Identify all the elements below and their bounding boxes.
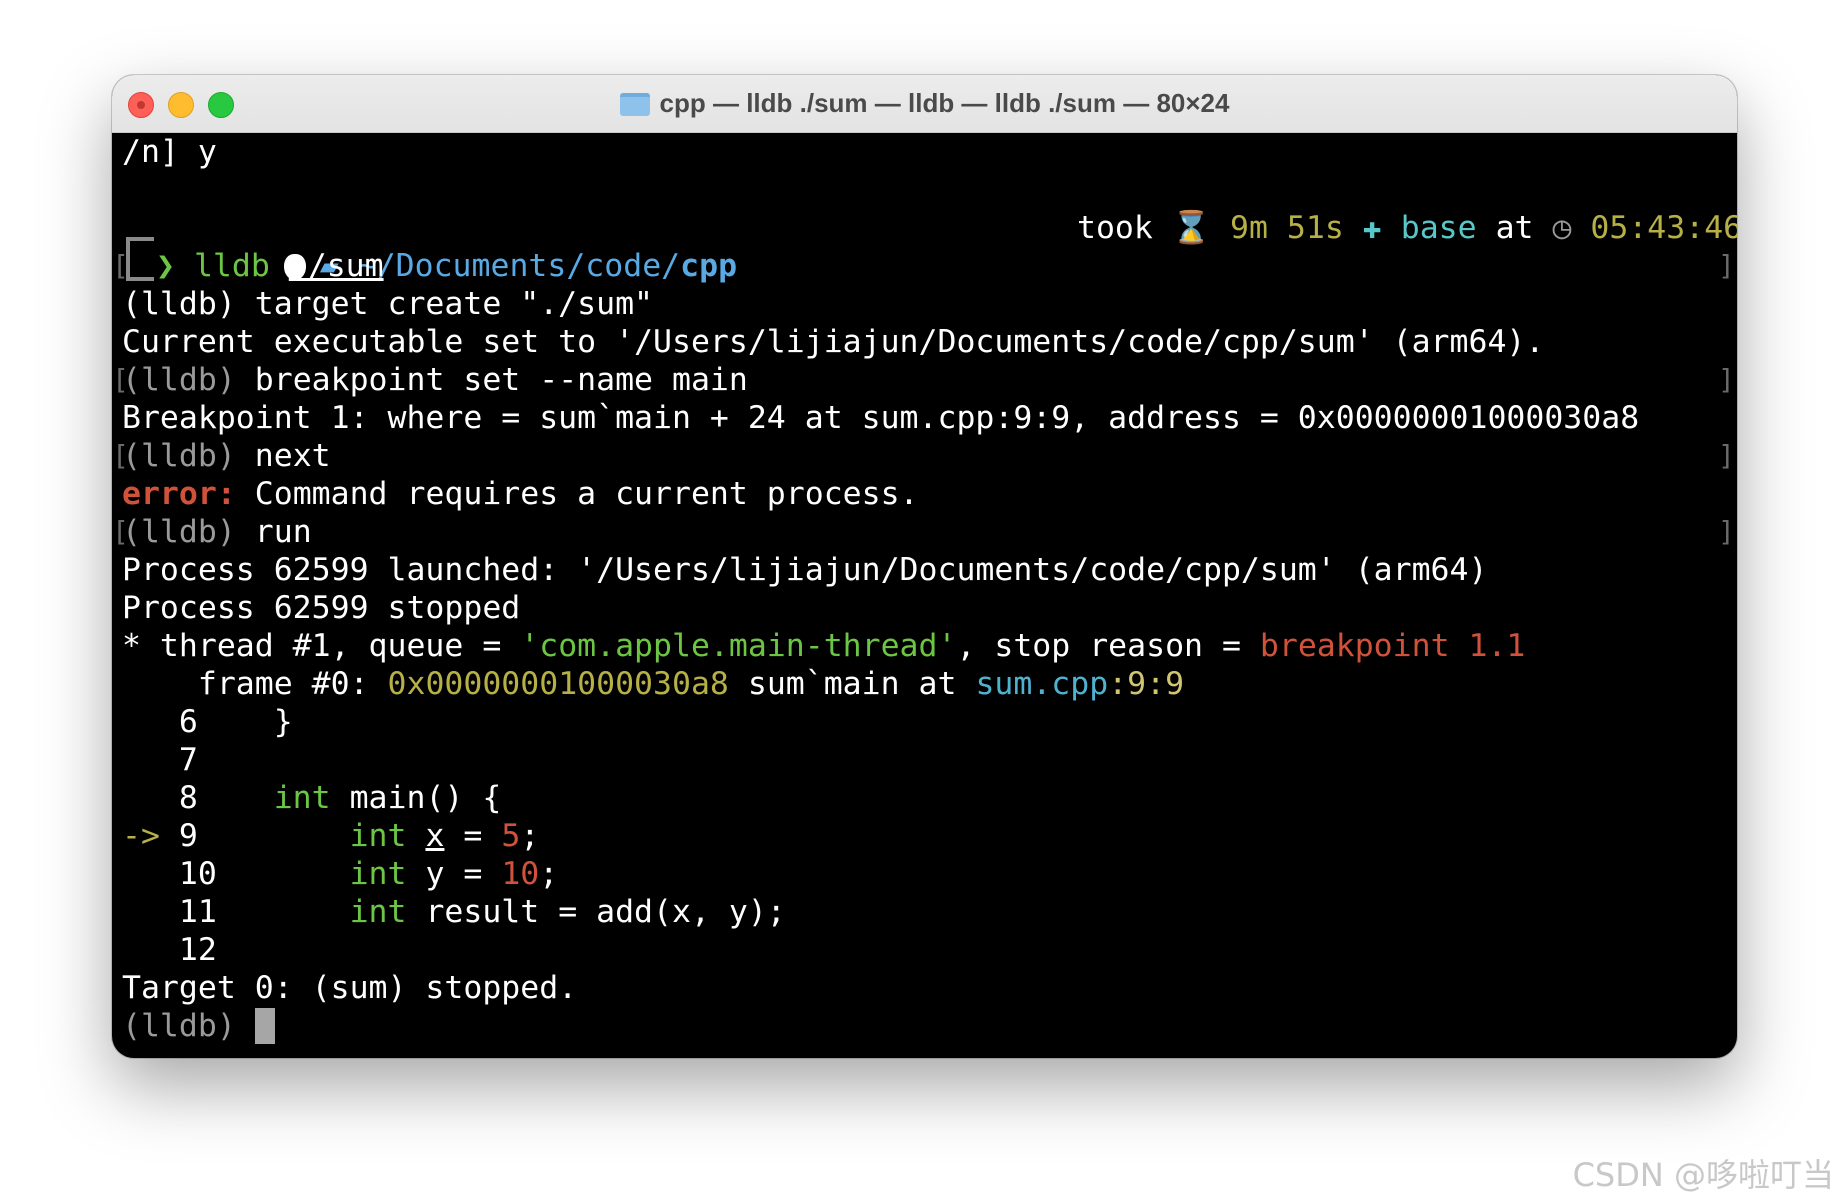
- error-label: error:: [122, 476, 236, 512]
- thread-line: * thread #1, queue = 'com.apple.main-thr…: [122, 627, 1525, 665]
- literal: 5: [501, 818, 521, 854]
- source-line-12: 12: [122, 932, 217, 968]
- stop-reason: breakpoint 1.1: [1259, 628, 1526, 664]
- bracket-left: [: [112, 249, 129, 282]
- line-number: 9: [159, 818, 350, 854]
- env-icon: ✚: [1362, 210, 1382, 246]
- run-cmd-line: (lldb) run: [122, 513, 312, 551]
- code-text: y =: [406, 856, 502, 892]
- window-title-text: cpp — lldb ./sum — lldb — lldb ./sum — 8…: [659, 88, 1230, 118]
- next-cmd-line: (lldb) next: [122, 437, 331, 475]
- prompt-box-decoration: [126, 237, 154, 281]
- breakpoint-cmd: breakpoint set --name main: [235, 362, 748, 398]
- prompt-path-dir: cpp: [680, 248, 738, 284]
- code-text: result = add(x, y);: [406, 894, 786, 930]
- breakpoint-cmd-line: (lldb) breakpoint set --name main: [122, 361, 748, 399]
- time-text: 05:43:46 PM: [1590, 210, 1737, 246]
- source-line-10: 10 int y = 10;: [122, 855, 558, 893]
- target-create-line: (lldb) target create "./sum": [122, 286, 654, 322]
- next-cmd: next: [235, 438, 331, 474]
- line-number: 8: [122, 780, 274, 816]
- bracket-right: ]: [1718, 439, 1735, 472]
- window-title: cpp — lldb ./sum — lldb — lldb ./sum — 8…: [112, 75, 1737, 132]
- clock-icon: ◷: [1552, 210, 1572, 246]
- frame-file: sum.cpp: [975, 666, 1109, 702]
- keyword: int: [273, 780, 331, 816]
- line-number: 11: [122, 894, 350, 930]
- error-line: error: Command requires a current proces…: [122, 475, 919, 513]
- title-bar: cpp — lldb ./sum — lldb — lldb ./sum — 8…: [112, 75, 1737, 133]
- code-text: main() {: [330, 780, 502, 816]
- source-line-11: 11 int result = add(x, y);: [122, 893, 786, 931]
- command-arg: ./sum: [288, 248, 384, 284]
- code-text: ;: [520, 818, 540, 854]
- lldb-prompt: (lldb): [122, 438, 236, 474]
- env-name: base: [1400, 210, 1477, 246]
- at-label: at: [1495, 210, 1534, 246]
- command-line: ❯ lldb ./sum: [156, 247, 384, 285]
- code-text: ;: [539, 856, 559, 892]
- frame-loc: :9:9: [1108, 666, 1185, 702]
- thread-prefix: * thread #1, queue =: [122, 628, 521, 664]
- command-name: lldb: [193, 248, 270, 284]
- keyword: int: [349, 818, 407, 854]
- folder-icon: [619, 93, 650, 116]
- run-cmd: run: [235, 514, 312, 550]
- thread-mid: , stop reason =: [956, 628, 1260, 664]
- source-line-8: 8 int main() {: [122, 779, 501, 817]
- literal: 10: [501, 856, 540, 892]
- frame-prefix: frame #0:: [122, 666, 388, 702]
- text-cursor: [254, 1008, 275, 1044]
- source-line-6: 6 }: [122, 704, 293, 740]
- keyword: int: [349, 856, 407, 892]
- thread-queue: 'com.apple.main-thread': [520, 628, 957, 664]
- prompt-path: ~/Documents/code/: [357, 248, 681, 284]
- variable-x: x: [425, 818, 445, 854]
- current-exec-line: Current executable set to '/Users/lijiaj…: [122, 324, 1545, 360]
- duration-text: 9m 51s: [1230, 210, 1344, 246]
- current-line-arrow: ->: [122, 818, 160, 854]
- prompt-arrow-icon: ❯: [156, 248, 175, 284]
- breakpoint-result-line: Breakpoint 1: where = sum`main + 24 at s…: [122, 400, 1640, 436]
- frame-line: frame #0: 0x00000001000030a8 sum`main at…: [122, 665, 1184, 703]
- code-text: =: [444, 818, 502, 854]
- bracket-right: ]: [1718, 363, 1735, 396]
- prompt-right-info: took ⌛ 9m 51s ✚ base at ◷ 05:43:46 PM: [1077, 209, 1737, 247]
- confirm-line: /n] y: [122, 134, 217, 170]
- line-number: 10: [122, 856, 350, 892]
- keyword: int: [349, 894, 407, 930]
- source-line-7: 7: [122, 742, 198, 778]
- frame-address: 0x00000001000030a8: [387, 666, 729, 702]
- target-stopped-line: Target 0: (sum) stopped.: [122, 970, 578, 1006]
- lldb-prompt: (lldb): [122, 1008, 255, 1044]
- terminal-window: cpp — lldb ./sum — lldb — lldb ./sum — 8…: [112, 75, 1737, 1058]
- bracket-right: ]: [1718, 249, 1735, 282]
- error-message: Command requires a current process.: [235, 476, 919, 512]
- process-launched-line: Process 62599 launched: '/Users/lijiajun…: [122, 552, 1488, 588]
- bracket-right: ]: [1718, 515, 1735, 548]
- final-prompt-line[interactable]: (lldb): [122, 1007, 275, 1045]
- took-label: took: [1077, 210, 1153, 246]
- lldb-prompt: (lldb): [122, 514, 236, 550]
- process-stopped-line: Process 62599 stopped: [122, 590, 521, 626]
- frame-mid: sum`main at: [728, 666, 976, 702]
- source-line-9: -> 9 int x = 5;: [122, 817, 539, 855]
- watermark: CSDN @哆啦叮当: [1572, 1156, 1834, 1194]
- prompt-path-line: ▰ ~/Documents/code/cpp: [170, 209, 737, 284]
- lldb-prompt: (lldb): [122, 362, 236, 398]
- hourglass-icon: ⌛: [1171, 210, 1212, 246]
